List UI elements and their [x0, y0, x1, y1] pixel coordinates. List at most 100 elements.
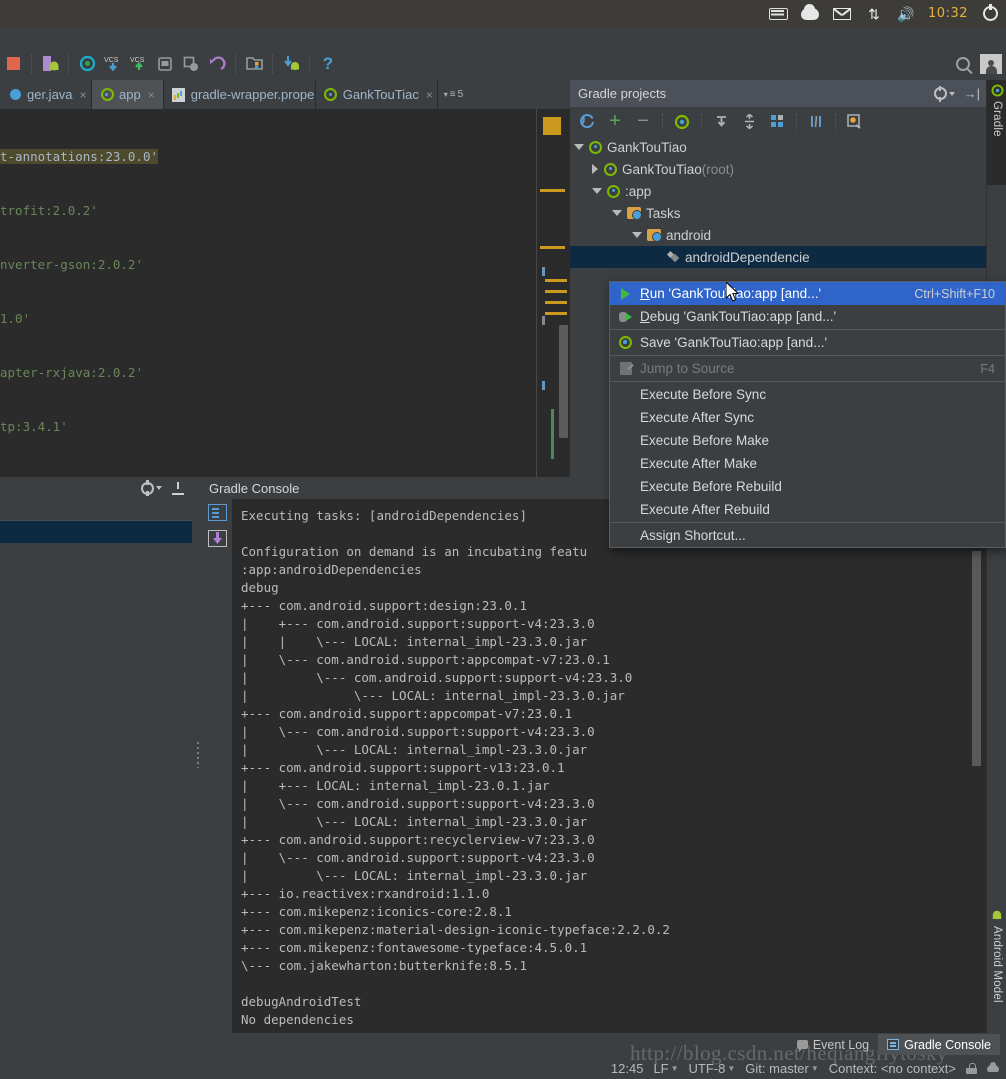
editor-tab-overflow-count: 5 — [457, 89, 464, 100]
tool-tab-label: Android Model — [991, 926, 1003, 1003]
menu-item-run[interactable]: Run 'GankTouTiao:app [and...' Ctrl+Shift… — [610, 282, 1005, 305]
status-tab-event-log[interactable]: Event Log — [788, 1034, 878, 1055]
menu-item-debug[interactable]: Debug 'GankTouTiao:app [and...' — [610, 305, 1005, 328]
chevron-right-icon[interactable] — [592, 164, 598, 174]
power-gear-icon[interactable] — [980, 4, 1000, 23]
close-icon[interactable]: × — [80, 88, 87, 102]
menu-item-execute-after-sync[interactable]: Execute After Sync — [610, 406, 1005, 429]
gradle-projects-header: Gradle projects →| — [570, 80, 986, 107]
tool-tab-android-model[interactable]: Android Model — [987, 905, 1006, 1033]
sync-gradle-button[interactable] — [74, 52, 100, 76]
editor-tab-ganktoutiao[interactable]: GankTouTiac × — [316, 80, 438, 109]
gear-icon[interactable] — [933, 85, 955, 102]
tree-node-label: Tasks — [646, 205, 681, 221]
detach-gradle-project-button[interactable]: − — [630, 110, 656, 134]
tree-node-tasks[interactable]: Tasks — [570, 202, 986, 224]
menu-item-label: Execute After Rebuild — [640, 502, 770, 517]
gradle-settings-button[interactable] — [842, 110, 868, 134]
jump-to-source-icon — [618, 362, 633, 375]
tool-tab-label: Gradle — [991, 101, 1003, 137]
undo-button[interactable] — [204, 52, 230, 76]
stop-button[interactable] — [0, 52, 26, 76]
volume-icon[interactable]: 🔊 — [896, 5, 916, 23]
android-monitor-button[interactable] — [278, 52, 304, 76]
menu-item-label: Execute After Make — [640, 456, 758, 471]
network-icon[interactable]: ⇅ — [864, 5, 884, 23]
panel-title: Gradle projects — [578, 86, 667, 101]
vcs-update-button[interactable]: VCS — [100, 52, 126, 76]
context-menu[interactable]: Run 'GankTouTiao:app [and...' Ctrl+Shift… — [609, 281, 1006, 548]
folder-icon — [627, 207, 642, 220]
vcs-commit-button[interactable]: VCS — [126, 52, 152, 76]
menu-item-execute-after-rebuild[interactable]: Execute After Rebuild — [610, 498, 1005, 521]
gear-icon[interactable] — [141, 480, 162, 496]
marker-warning — [543, 117, 561, 135]
menu-item-label: Save 'GankTouTiao:app [and...' — [640, 335, 828, 350]
menu-item-save[interactable]: Save 'GankTouTiao:app [and...' — [610, 331, 1005, 354]
execute-gradle-task-button[interactable] — [669, 110, 695, 134]
project-structure-button[interactable] — [241, 52, 267, 76]
list-icon: ≡ — [449, 89, 456, 100]
chevron-down-icon[interactable] — [574, 144, 584, 150]
menu-item-execute-after-make[interactable]: Execute After Make — [610, 452, 1005, 475]
sdk-manager-button[interactable] — [178, 52, 204, 76]
lock-icon[interactable] — [966, 1062, 977, 1074]
scroll-to-end-button[interactable] — [208, 530, 227, 547]
tool-tab-gradle[interactable]: Gradle — [987, 80, 1006, 185]
chevron-down-icon[interactable] — [612, 210, 622, 216]
collapse-all-button[interactable] — [736, 110, 762, 134]
menu-item-execute-before-make[interactable]: Execute Before Make — [610, 429, 1005, 452]
tree-node-app[interactable]: :app — [570, 180, 986, 202]
toggle-tasks-view-button[interactable] — [803, 110, 829, 134]
help-button[interactable]: ? — [315, 52, 341, 76]
menu-item-execute-before-rebuild[interactable]: Execute Before Rebuild — [610, 475, 1005, 498]
chevron-down-icon[interactable] — [592, 188, 602, 194]
editor-tab-overflow-button[interactable]: ▾ ≡ 5 — [438, 80, 469, 109]
menu-item-assign-shortcut[interactable]: Assign Shortcut... — [610, 524, 1005, 547]
vertical-splitter[interactable] — [192, 477, 203, 1033]
attach-gradle-project-button[interactable]: + — [602, 110, 628, 134]
search-icon[interactable] — [950, 52, 976, 76]
gradle-console-output[interactable]: Executing tasks: [androidDependencies] C… — [232, 499, 986, 1033]
hector-icon[interactable] — [986, 1062, 1000, 1074]
toggle-offline-mode-button[interactable] — [764, 110, 790, 134]
tree-node-androiddependencies[interactable]: androidDependencie — [570, 246, 986, 268]
selected-row[interactable] — [0, 521, 192, 543]
keyboard-icon[interactable] — [768, 5, 788, 23]
editor-scrollbar[interactable] — [559, 325, 568, 438]
console-scrollbar[interactable] — [972, 551, 981, 766]
system-clock[interactable]: 10:32 — [928, 6, 968, 21]
save-config-icon — [618, 336, 633, 349]
code-editor[interactable]: t-annotations:23.0.0' trofit:2.0.2' nver… — [0, 109, 570, 477]
hide-panel-icon[interactable]: →| — [964, 86, 980, 101]
gradle-icon — [991, 84, 1004, 97]
editor-tab-label: gradle-wrapper.propertie — [190, 87, 315, 102]
chevron-down-icon[interactable] — [632, 232, 642, 238]
tree-node-ganktoutiao-root[interactable]: GankTouTiao (root) — [570, 158, 986, 180]
collapse-icon[interactable] — [172, 481, 184, 495]
tree-node-android[interactable]: android — [570, 224, 986, 246]
refresh-all-gradle-projects-button[interactable] — [574, 110, 600, 134]
expand-all-button[interactable] — [708, 110, 734, 134]
code-line: t-annotations:23.0.0' — [0, 149, 159, 164]
marker-warning — [545, 301, 567, 304]
svg-text:VCS: VCS — [130, 57, 145, 64]
ide-menubar-strip — [0, 27, 1006, 47]
mail-icon[interactable] — [832, 5, 852, 23]
editor-tab-gradle-wrapper-properties[interactable]: gradle-wrapper.propertie × — [164, 80, 316, 109]
close-icon[interactable]: × — [148, 88, 155, 102]
user-avatar-icon[interactable] — [980, 53, 1002, 74]
left-bottom-panel-body[interactable] — [0, 499, 192, 1033]
status-tab-gradle-console[interactable]: Gradle Console — [878, 1034, 1000, 1055]
wrap-text-button[interactable] — [208, 504, 227, 521]
run-android-button[interactable] — [37, 52, 63, 76]
cloud-icon[interactable] — [800, 3, 820, 23]
editor-marker-track[interactable] — [537, 109, 570, 477]
editor-tab-app[interactable]: app × — [92, 80, 164, 109]
menu-separator — [610, 329, 1005, 330]
avd-manager-button[interactable] — [152, 52, 178, 76]
menu-item-execute-before-sync[interactable]: Execute Before Sync — [610, 383, 1005, 406]
tree-node-ganktoutiao[interactable]: GankTouTiao — [570, 136, 986, 158]
close-icon[interactable]: × — [426, 88, 433, 102]
editor-tab-ger-java[interactable]: ger.java × — [0, 80, 92, 109]
